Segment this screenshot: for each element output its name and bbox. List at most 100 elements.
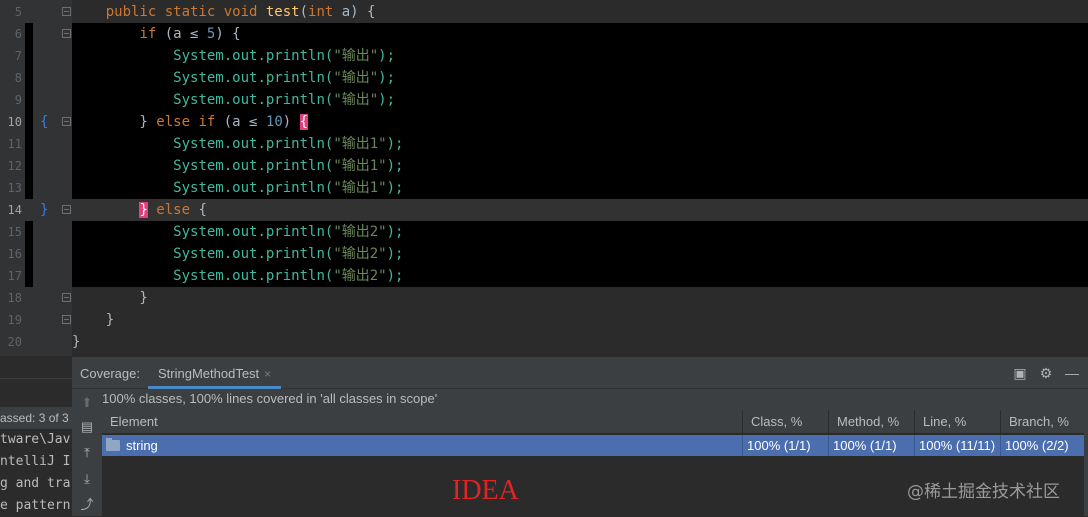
fold-toggle-icon[interactable] (62, 205, 71, 214)
line-number: 16 (7, 247, 22, 261)
code-token: test (265, 4, 300, 20)
run-console-remnant: assed: 3 of 3 tware\Jav ntelliJ I g and … (0, 378, 72, 516)
code-token: "输出2" (333, 246, 387, 262)
code-text[interactable]: System.out.println("输出1"); (72, 155, 1088, 177)
code-line[interactable]: 15 System.out.println("输出2"); (0, 221, 1088, 243)
line-number: 12 (7, 159, 22, 173)
code-text[interactable]: System.out.println("输出"); (72, 89, 1088, 111)
code-editor[interactable]: 5 public static void test(int a) {6 if (… (0, 0, 1088, 356)
code-line[interactable]: 20} (0, 331, 1088, 353)
cell-line: 100% (11/11) (914, 435, 1000, 456)
code-token: ); (386, 158, 404, 174)
close-tab-icon[interactable]: × (264, 367, 271, 381)
fold-toggle-icon[interactable] (62, 29, 71, 38)
code-text[interactable]: System.out.println("输出"); (72, 67, 1088, 89)
code-text[interactable]: } (72, 309, 1088, 331)
export-icon[interactable]: ⤴ (79, 497, 95, 513)
line-number: 8 (14, 71, 22, 85)
column-branch[interactable]: Branch, % (1000, 410, 1084, 434)
code-text[interactable]: } else if (a ≤ 10) { (72, 111, 1088, 133)
gutter-marker (25, 133, 33, 155)
code-text[interactable]: System.out.println("输出"); (72, 45, 1088, 67)
restore-layout-icon[interactable]: ▣ (1012, 365, 1028, 381)
code-line[interactable]: 9 System.out.println("输出"); (0, 89, 1088, 111)
code-line[interactable]: 14} } else { (0, 199, 1088, 221)
code-token: } (72, 334, 81, 350)
fold-toggle-icon[interactable] (62, 7, 71, 16)
code-text[interactable]: } (72, 287, 1088, 309)
line-number: 20 (7, 335, 22, 349)
code-text[interactable]: public static void test(int a) { (72, 1, 1088, 23)
code-token: System.out.println( (173, 268, 334, 284)
code-token: ); (386, 224, 404, 240)
column-method[interactable]: Method, % (828, 410, 914, 434)
column-element[interactable]: Element (102, 410, 742, 434)
code-text[interactable]: System.out.println("输出2"); (72, 265, 1088, 287)
gutter-marker (25, 221, 33, 243)
cell-class: 100% (1/1) (742, 435, 828, 456)
code-line[interactable]: 6 if (a ≤ 5) { (0, 23, 1088, 45)
code-token: "输出1" (333, 158, 387, 174)
code-line[interactable]: 10 { } else if (a ≤ 10) { (0, 111, 1088, 133)
gear-icon[interactable]: ⚙ (1038, 365, 1054, 381)
coverage-panel: Coverage: StringMethodTest × ▣ ⚙ — ⬆ ▤ ⤒ … (72, 356, 1088, 517)
console-line: g and tra (0, 476, 71, 491)
code-line[interactable]: 17 System.out.println("输出2"); (0, 265, 1088, 287)
code-text[interactable]: System.out.println("输出1"); (72, 133, 1088, 155)
code-token: "输出1" (333, 136, 387, 152)
code-line[interactable]: 19 } (0, 309, 1088, 331)
code-token: System.out.println( (173, 158, 334, 174)
code-line[interactable]: 11 System.out.println("输出1"); (0, 133, 1088, 155)
flatten-packages-icon[interactable]: ▤ (79, 419, 95, 435)
code-line[interactable]: 5 public static void test(int a) { (0, 1, 1088, 23)
autoscroll-to-source-icon[interactable]: ⤒ (79, 445, 95, 461)
code-text[interactable]: System.out.println("输出2"); (72, 243, 1088, 265)
line-number: 13 (7, 181, 22, 195)
autoscroll-from-source-icon[interactable]: ⤓ (79, 471, 95, 487)
line-number: 6 (14, 27, 22, 41)
code-line[interactable]: 8 System.out.println("输出"); (0, 67, 1088, 89)
tab-stringmethodtest[interactable]: StringMethodTest × (148, 361, 282, 389)
code-text[interactable]: System.out.println("输出2"); (72, 221, 1088, 243)
code-token: "输出2" (333, 268, 387, 284)
code-token: else (147, 202, 199, 218)
fold-toggle-icon[interactable] (62, 117, 71, 126)
up-arrow-icon[interactable]: ⬆ (79, 395, 95, 411)
line-number: 10 (7, 115, 22, 129)
code-text[interactable]: } else { (72, 199, 1088, 221)
table-header: Element Class, % Method, % Line, % Branc… (102, 410, 1084, 434)
code-line[interactable]: 12 System.out.println("输出1"); (0, 155, 1088, 177)
table-row[interactable]: string 100% (1/1) 100% (1/1) 100% (11/11… (102, 435, 1084, 456)
element-name: string (126, 438, 158, 453)
code-token: } (72, 312, 115, 328)
minimize-icon[interactable]: — (1064, 365, 1080, 381)
column-class[interactable]: Class, % (742, 410, 828, 434)
code-token: (a ≤ (164, 26, 207, 42)
code-line[interactable]: 18 } (0, 287, 1088, 309)
fold-toggle-icon[interactable] (62, 293, 71, 302)
gutter-brace-marker: { (40, 114, 49, 130)
coverage-toolbar: ⬆ ▤ ⤒ ⤓ ⤴ (72, 389, 102, 517)
line-number: 19 (7, 313, 22, 327)
code-text[interactable]: System.out.println("输出1"); (72, 177, 1088, 199)
code-text[interactable]: } (72, 331, 1088, 353)
code-token: ); (386, 268, 404, 284)
code-text[interactable]: if (a ≤ 5) { (72, 23, 1088, 45)
gutter-marker (25, 23, 33, 45)
code-line[interactable]: 13 System.out.println("输出1"); (0, 177, 1088, 199)
code-line[interactable]: 16 System.out.println("输出2"); (0, 243, 1088, 265)
column-line[interactable]: Line, % (914, 410, 1000, 434)
code-token: } (139, 202, 148, 218)
fold-toggle-icon[interactable] (62, 315, 71, 324)
code-token: ); (378, 48, 396, 64)
code-line[interactable]: 7 System.out.println("输出"); (0, 45, 1088, 67)
coverage-title-bar: Coverage: StringMethodTest × ▣ ⚙ — (72, 357, 1088, 389)
code-token: System.out.println( (173, 136, 334, 152)
code-token: ( (299, 4, 309, 20)
